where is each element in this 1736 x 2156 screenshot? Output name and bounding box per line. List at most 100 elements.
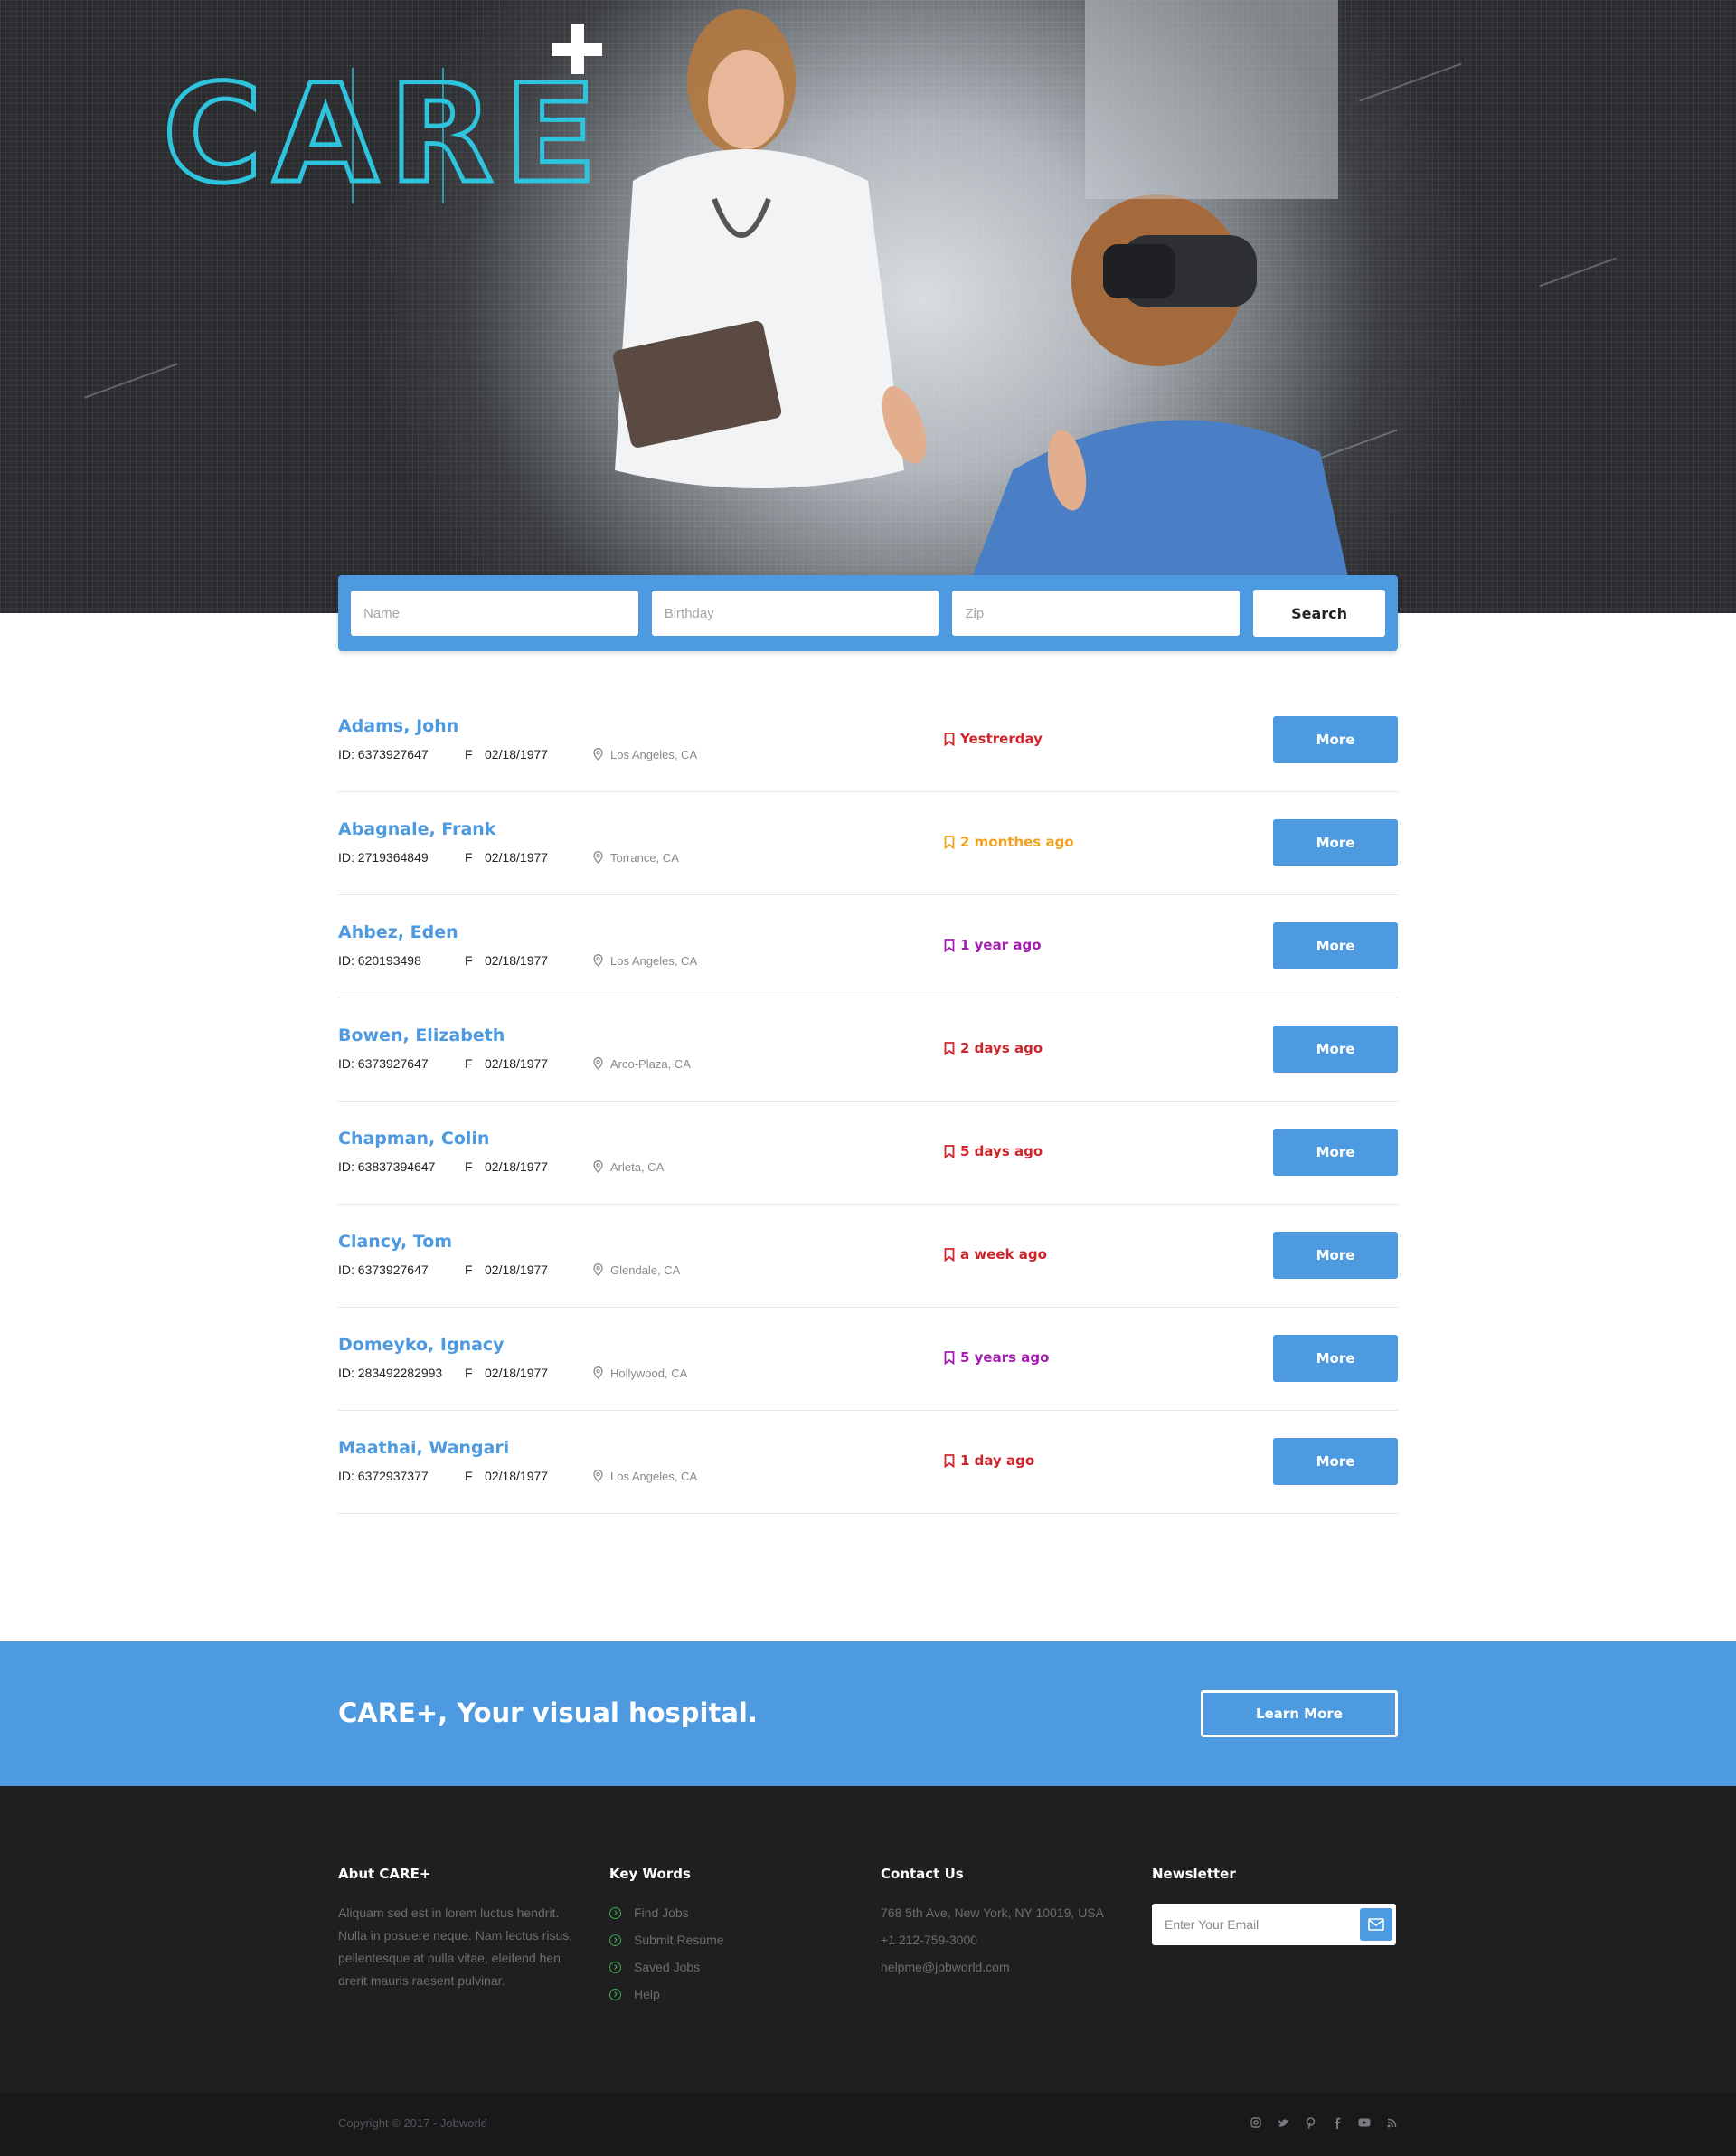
patient-location: Hollywood, CA [593,1366,687,1380]
bookmark-icon [944,938,955,952]
patient-id: ID: 63837394647 [338,1159,436,1174]
patient-row: Maathai, Wangari ID: 6372937377 F 02/18/… [338,1411,1398,1514]
patient-meta: ID: 63837394647 F 02/18/1977 Arleta, CA [338,1159,664,1174]
patient-location: Glendale, CA [593,1263,680,1277]
search-button[interactable]: Search [1253,590,1386,637]
patient-meta: ID: 6373927647 F 02/18/1977 Arco-Plaza, … [338,1056,691,1071]
cta-title: CARE+, Your visual hospital. [338,1697,758,1728]
patient-row: Clancy, Tom ID: 6373927647 F 02/18/1977 … [338,1205,1398,1308]
contact-address: 768 5th Ave, New York, NY 10019, USA [881,1905,1104,1920]
map-pin-icon [593,1366,603,1379]
keyword-link[interactable]: Find Jobs [609,1902,844,1924]
patient-location: Los Angeles, CA [593,954,697,968]
patient-name[interactable]: Adams, John [338,716,458,736]
keyword-link[interactable]: Saved Jobs [609,1956,844,1979]
patient-dob: 02/18/1977 [485,1262,549,1277]
patient-dob: 02/18/1977 [485,747,549,761]
patient-meta: ID: 6372937377 F 02/18/1977 Los Angeles,… [338,1469,697,1483]
twitter-icon[interactable] [1277,2116,1289,2129]
patient-location-label: Los Angeles, CA [610,747,698,761]
patient-location-label: Arco-Plaza, CA [610,1056,691,1071]
chevron-circle-icon [609,1962,621,1973]
patient-id: ID: 620193498 [338,953,421,968]
patient-name[interactable]: Domeyko, Ignacy [338,1335,505,1355]
patient-location: Torrance, CA [593,851,679,865]
more-button[interactable]: More [1273,1026,1398,1073]
last-visit-label: 1 day ago [960,1452,1035,1469]
patient-sex: F [465,747,473,761]
map-pin-icon [593,851,603,864]
patient-sex: F [465,1056,473,1071]
keyword-label: Find Jobs [634,1905,689,1920]
patient-sex: F [465,953,473,968]
patient-location-label: Glendale, CA [610,1262,681,1277]
learn-more-button[interactable]: Learn More [1201,1690,1398,1737]
bookmark-icon [944,835,955,849]
more-button[interactable]: More [1273,819,1398,866]
rss-icon[interactable] [1385,2116,1398,2129]
more-button[interactable]: More [1273,1232,1398,1279]
search-bar: Search [338,575,1398,651]
youtube-icon[interactable] [1358,2116,1371,2129]
patient-sex: F [465,1366,473,1380]
footer-contact: Contact Us 768 5th Ave, New York, NY 100… [881,1866,1134,1983]
hero-photo-illustration [612,0,1356,613]
patient-dob: 02/18/1977 [485,1366,549,1380]
patient-name[interactable]: Maathai, Wangari [338,1438,509,1458]
patient-location-label: Los Angeles, CA [610,1469,698,1483]
last-visit: 5 days ago [944,1143,1043,1159]
more-button[interactable]: More [1273,1129,1398,1176]
footer-about: Abut CARE+ Aliquam sed est in lorem luct… [338,1866,582,1992]
patient-location-label: Hollywood, CA [610,1366,688,1380]
patient-name[interactable]: Abagnale, Frank [338,819,495,839]
patient-name[interactable]: Chapman, Colin [338,1129,489,1149]
patient-id: ID: 2719364849 [338,850,429,865]
facebook-icon[interactable] [1331,2116,1344,2129]
more-button[interactable]: More [1273,1438,1398,1485]
patient-dob: 02/18/1977 [485,1056,549,1071]
patient-name[interactable]: Clancy, Tom [338,1232,452,1252]
last-visit: 1 day ago [944,1452,1034,1469]
last-visit-label: a week ago [960,1246,1047,1262]
keyword-label: Help [634,1987,660,2001]
last-visit-label: 1 year ago [960,937,1042,953]
map-pin-icon [593,1470,603,1482]
more-button[interactable]: More [1273,1335,1398,1382]
footer-about-text: Aliquam sed est in lorem luctus hendrit.… [338,1905,573,1988]
footer-keywords-heading: Key Words [609,1866,691,1882]
patient-sex: F [465,1262,473,1277]
patient-sex: F [465,850,473,865]
contact-email[interactable]: helpme@jobworld.com [881,1956,1134,1979]
patient-row: Chapman, Colin ID: 63837394647 F 02/18/1… [338,1102,1398,1205]
keyword-link[interactable]: Submit Resume [609,1929,844,1952]
last-visit-label: 2 days ago [960,1040,1043,1056]
last-visit: a week ago [944,1246,1047,1262]
patient-sex: F [465,1159,473,1174]
patient-name[interactable]: Ahbez, Eden [338,922,458,942]
cta-banner: CARE+, Your visual hospital. Learn More [0,1641,1736,1786]
name-input[interactable] [351,591,638,636]
patient-location-label: Arleta, CA [610,1159,665,1174]
keyword-link[interactable]: Help [609,1983,844,2006]
map-pin-icon [593,1057,603,1070]
patient-meta: ID: 6373927647 F 02/18/1977 Los Angeles,… [338,747,697,761]
last-visit-label: 5 days ago [960,1143,1043,1159]
more-button[interactable]: More [1273,922,1398,969]
more-button[interactable]: More [1273,716,1398,763]
patient-name[interactable]: Bowen, Elizabeth [338,1026,505,1045]
patient-id: ID: 6373927647 [338,747,429,761]
last-visit-label: 2 monthes ago [960,834,1074,850]
map-pin-icon [593,1160,603,1173]
patient-row: Domeyko, Ignacy ID: 283492282993 F 02/18… [338,1308,1398,1411]
birthday-input[interactable] [651,591,939,636]
last-visit: 5 years ago [944,1349,1049,1366]
footer-contact-heading: Contact Us [881,1866,964,1882]
newsletter-email-input[interactable] [1165,1917,1360,1932]
patient-meta: ID: 6373927647 F 02/18/1977 Glendale, CA [338,1262,680,1277]
pinterest-icon[interactable] [1304,2116,1316,2129]
zip-input[interactable] [952,591,1241,636]
patient-location: Arleta, CA [593,1160,664,1174]
envelope-icon[interactable] [1360,1908,1392,1941]
patient-meta: ID: 620193498 F 02/18/1977 Los Angeles, … [338,953,697,968]
instagram-icon[interactable] [1250,2116,1262,2129]
